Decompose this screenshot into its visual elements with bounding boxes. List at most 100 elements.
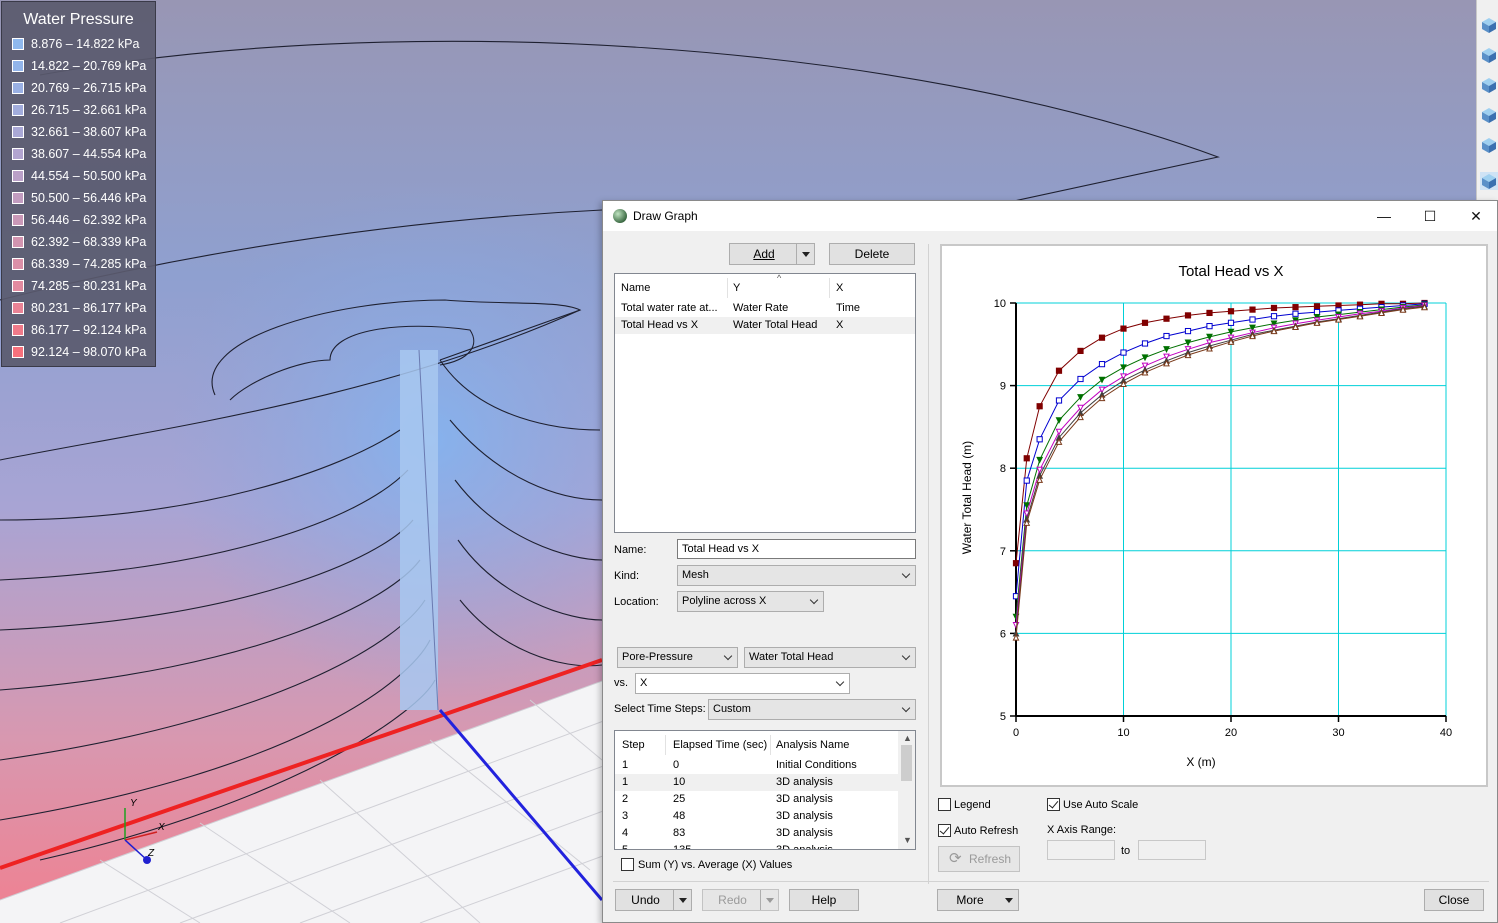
kind-select[interactable]: Mesh [677,565,916,586]
series-line [1015,302,1425,564]
vertical-scrollbar[interactable]: ▲ ▼ [898,731,915,849]
dialog-titlebar[interactable]: Draw Graph — ☐ ✕ [603,201,1497,231]
legend-swatch [12,346,24,358]
legend-item: 50.500 – 56.446 kPa [12,187,146,209]
redo-button[interactable]: Redo [702,889,779,911]
timesteps-select[interactable]: Custom [708,699,916,720]
kind-label: Kind: [614,570,640,582]
category-select[interactable]: Pore-Pressure [617,647,738,668]
more-button[interactable]: More [937,889,1019,911]
y-tick-label: 10 [994,298,1006,310]
data-point [1184,339,1192,347]
legend-swatch [12,170,24,182]
scroll-down-icon[interactable]: ▼ [903,835,912,845]
auto-refresh-checkbox[interactable] [938,824,951,837]
series-line [1015,306,1425,638]
x-range-max-input[interactable] [1138,840,1206,860]
delete-button[interactable]: Delete [829,243,915,265]
legend-item: 80.231 – 86.177 kPa [12,297,146,319]
data-point [1227,328,1235,336]
legend-swatch [12,126,24,138]
legend-label: 26.715 – 32.661 kPa [31,103,147,117]
table-row[interactable]: 2 25 3D analysis [615,791,915,808]
y-tick-label: 5 [1000,711,1006,723]
legend-item: 38.607 – 44.554 kPa [12,143,146,165]
list-item[interactable]: Total water rate at... Water Rate Time [615,300,915,317]
close-button[interactable]: Close [1424,889,1484,911]
cube-icon[interactable] [1480,16,1498,34]
cube-icon[interactable] [1480,136,1498,154]
y-tick-label: 6 [1000,628,1006,640]
legend-label: 92.124 – 98.070 kPa [31,345,147,359]
view-toolbar [1476,0,1498,200]
close-window-button[interactable]: ✕ [1453,201,1498,231]
legend-label: 50.500 – 56.446 kPa [31,191,147,205]
time-steps-table[interactable]: Step Elapsed Time (sec) Analysis Name 10… [614,730,916,850]
refresh-button[interactable]: ⟳ Refresh [938,846,1020,872]
data-point [1292,304,1299,311]
legend-title: Water Pressure [23,11,134,28]
redo-dropdown-arrow[interactable] [760,890,778,910]
cube-add-icon[interactable] [1480,106,1498,124]
scrollbar-thumb[interactable] [901,745,912,781]
minimize-button[interactable]: — [1361,201,1407,231]
list-item[interactable]: Total Head vs X Water Total Head X [615,317,915,334]
y-value-select[interactable]: Water Total Head [744,647,916,668]
cube-view-icon[interactable] [1480,172,1498,190]
data-point [1184,327,1192,335]
legend-label: 56.446 – 62.392 kPa [31,213,147,227]
legend-checkbox[interactable] [938,798,951,811]
legend-label: 74.285 – 80.231 kPa [31,279,147,293]
x-value-select[interactable]: X [635,673,850,694]
col-y-header[interactable]: Y [733,282,740,294]
x-tick-label: 10 [1117,727,1129,739]
x-tick-label: 20 [1225,727,1237,739]
location-label: Location: [614,596,659,608]
graph-list[interactable]: Name Y ^ X Total water rate at... Water … [614,273,916,533]
add-dropdown-arrow[interactable] [796,244,814,264]
table-row[interactable]: 3 48 3D analysis [615,808,915,825]
legend-swatch [12,302,24,314]
table-row[interactable]: 4 83 3D analysis [615,825,915,842]
col-elapsed-header[interactable]: Elapsed Time (sec) [673,739,767,751]
scroll-up-icon[interactable]: ▲ [903,733,912,743]
data-point [1206,309,1213,317]
app-icon [613,209,627,223]
maximize-button[interactable]: ☐ [1407,201,1453,231]
data-point [1141,354,1149,362]
undo-dropdown-arrow[interactable] [673,890,691,910]
undo-button[interactable]: Undo [615,889,692,911]
more-dropdown-arrow[interactable] [1000,890,1018,910]
timesteps-label: Select Time Steps: [614,703,706,715]
data-point [1313,308,1321,316]
chart-title: Total Head vs X [1178,263,1283,280]
data-point [1036,436,1043,443]
sum-average-checkbox[interactable] [621,858,634,871]
table-row[interactable]: 1 10 3D analysis [615,774,915,791]
cube-icon[interactable] [1480,76,1498,94]
data-point [1120,349,1127,356]
use-auto-scale-checkbox[interactable] [1047,798,1060,811]
location-select[interactable]: Polyline across X [677,591,824,612]
data-point [1012,560,1020,567]
col-step-header[interactable]: Step [622,739,645,751]
legend-label: 38.607 – 44.554 kPa [31,147,147,161]
total-head-chart: Total Head vs X 0 10 20 30 40 5 6 7 8 9 10 X (m) Wate… [960,263,1452,769]
cube-icon[interactable] [1480,46,1498,64]
data-point [1077,375,1084,383]
x-tick-label: 30 [1332,727,1344,739]
x-range-min-input[interactable] [1047,840,1115,860]
col-name-header[interactable]: Name [621,282,650,294]
table-row[interactable]: 1 0 Initial Conditions [615,757,915,774]
col-analysis-header[interactable]: Analysis Name [776,739,849,751]
col-x-header[interactable]: X [836,282,843,294]
draw-graph-dialog: Draw Graph — ☐ ✕ Add Delete Name Y ^ X T… [602,200,1498,923]
legend-item: 86.177 – 92.124 kPa [12,319,146,341]
help-button[interactable]: Help [789,889,859,911]
svg-text:X: X [157,822,165,833]
table-row[interactable]: 5 135 3D analysis [615,842,915,849]
svg-text:Z: Z [147,848,155,859]
add-button[interactable]: Add [729,243,815,265]
name-field[interactable]: Total Head vs X [677,539,916,559]
data-point [1270,327,1278,335]
